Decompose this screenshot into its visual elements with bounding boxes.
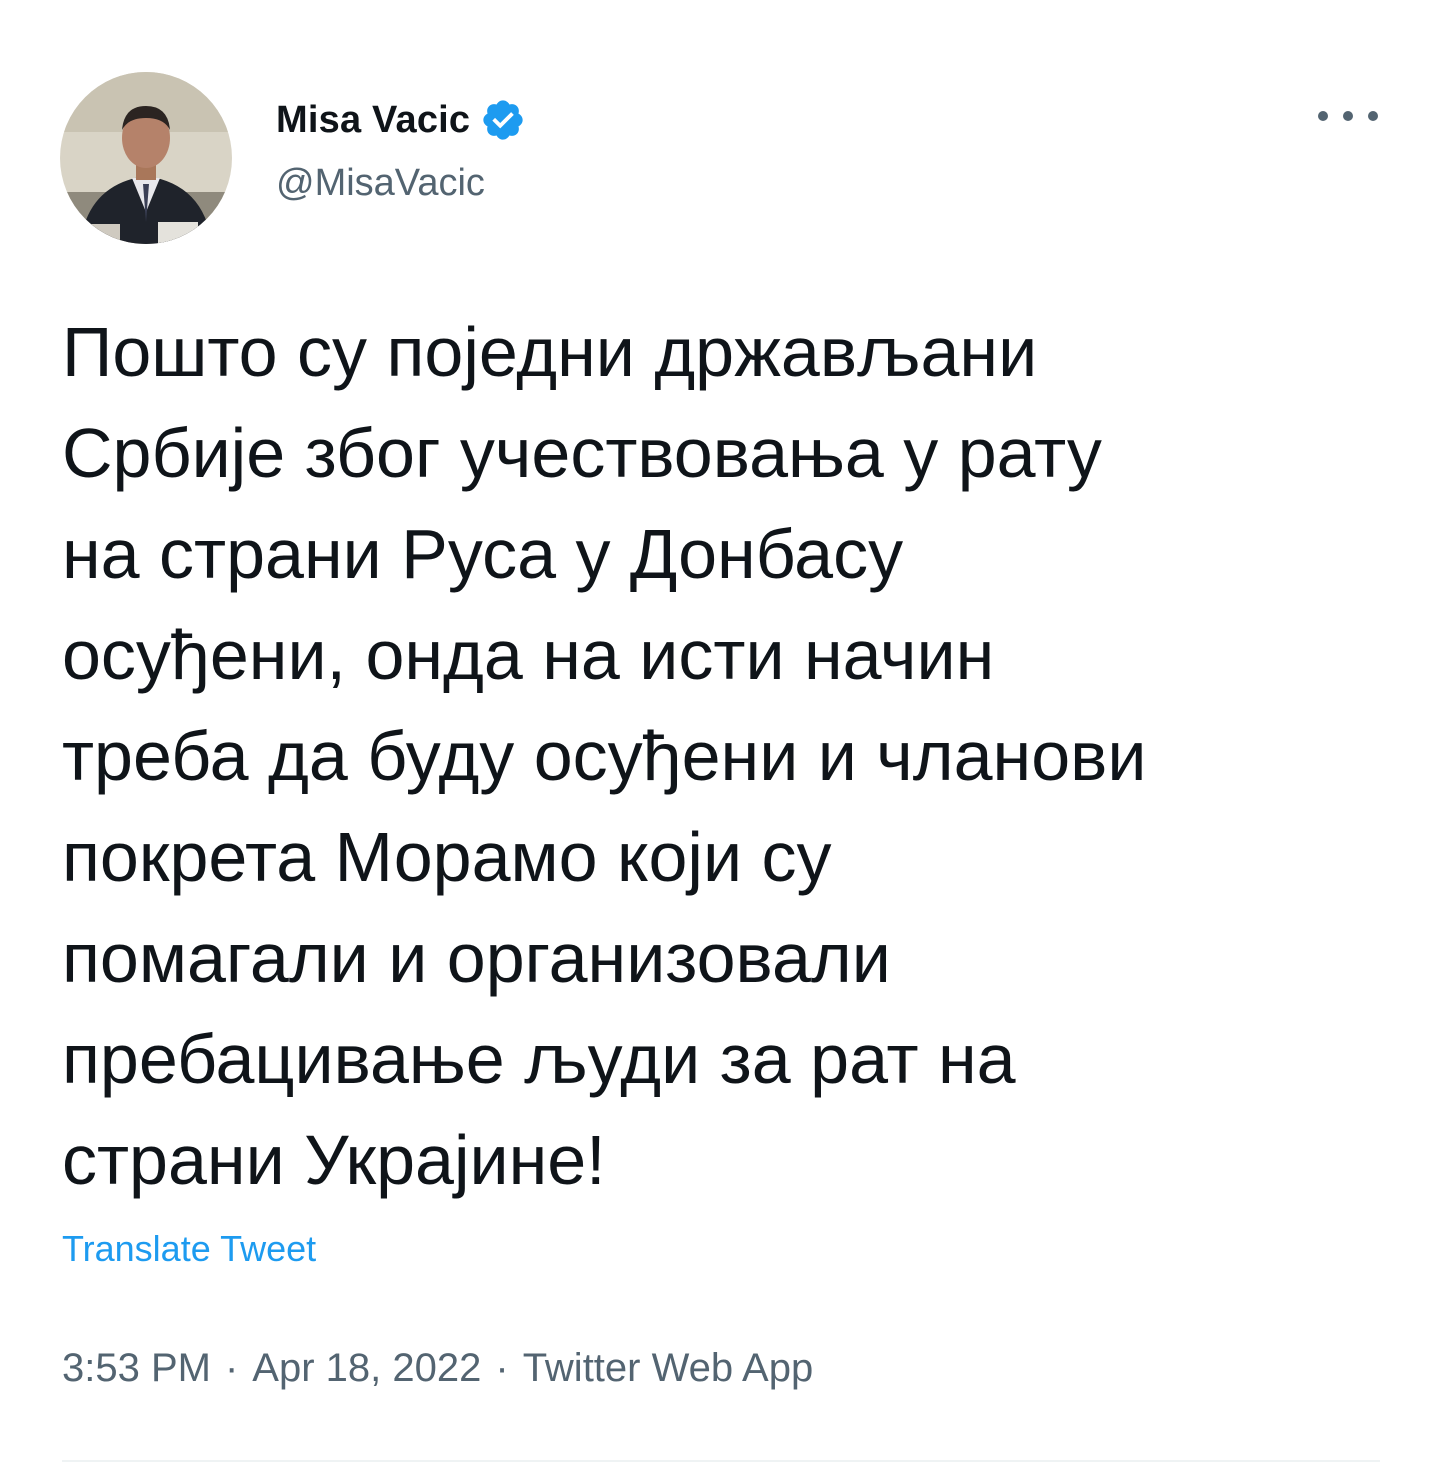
more-horizontal-icon[interactable] (1318, 98, 1378, 134)
avatar-image (60, 72, 232, 244)
tweet-time[interactable]: 3:53 PM (62, 1346, 211, 1391)
author-handle[interactable]: @MisaVacic (276, 162, 485, 205)
more-dot (1343, 111, 1353, 121)
avatar[interactable] (60, 72, 232, 244)
tweet-metadata: 3:53 PM · Apr 18, 2022 · Twitter Web App (62, 1346, 813, 1391)
tweet-source[interactable]: Twitter Web App (523, 1346, 814, 1391)
meta-separator: · (224, 1346, 239, 1390)
tweet-date[interactable]: Apr 18, 2022 (252, 1346, 481, 1391)
tweet-text: Пошто су поједни држављани Србије због у… (62, 313, 1147, 1199)
translate-tweet-link[interactable]: Translate Tweet (62, 1228, 316, 1270)
author-display-name[interactable]: Misa Vacic (276, 99, 470, 142)
more-dot (1318, 111, 1328, 121)
verified-badge-icon (483, 100, 523, 140)
tweet-card: Misa Vacic @MisaVacic Пошто су поједни д… (0, 0, 1440, 1467)
divider (62, 1460, 1380, 1462)
more-dot (1368, 111, 1378, 121)
meta-separator: · (495, 1346, 509, 1390)
author-name-row: Misa Vacic (276, 92, 526, 148)
